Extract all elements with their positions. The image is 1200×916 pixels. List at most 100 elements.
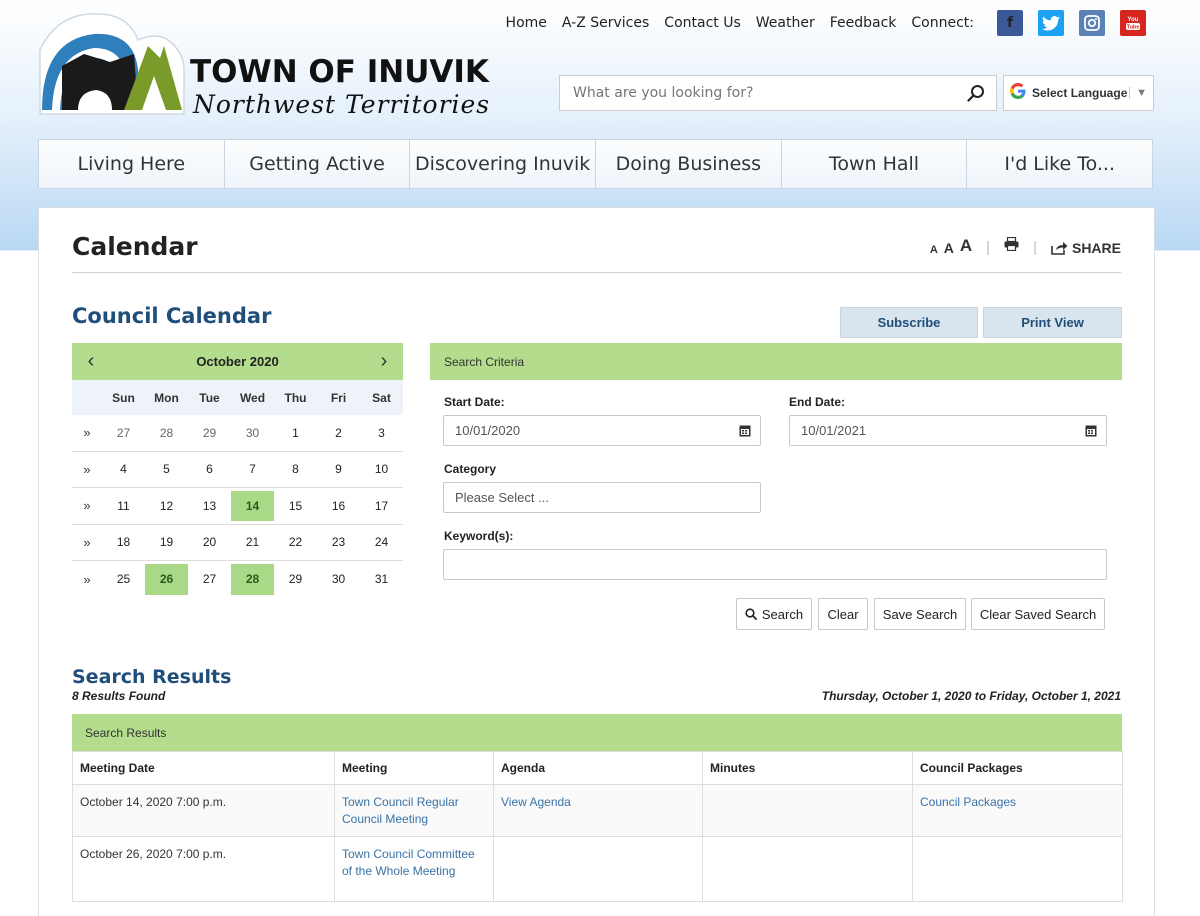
link-az-services[interactable]: A-Z Services: [562, 15, 649, 31]
calendar-day[interactable]: 23: [317, 525, 360, 561]
link-weather[interactable]: Weather: [756, 15, 815, 31]
calendar-week-row: » 27 28 29 30 1 2 3: [72, 415, 403, 452]
page-title: Calendar: [72, 232, 198, 261]
mini-calendar: ‹ October 2020 › Sun Mon Tue Wed Thu Fri…: [72, 343, 403, 598]
print-icon[interactable]: [1004, 236, 1019, 256]
next-month-button[interactable]: ›: [377, 350, 391, 373]
nav-doing-business[interactable]: Doing Business: [596, 140, 782, 188]
calendar-day[interactable]: 30: [231, 415, 274, 451]
link-feedback[interactable]: Feedback: [830, 15, 897, 31]
calendar-day[interactable]: 7: [231, 452, 274, 488]
calendar-day[interactable]: 15: [274, 488, 317, 524]
search-input[interactable]: [560, 76, 956, 110]
council-packages-link[interactable]: Council Packages: [920, 795, 1016, 809]
start-date-value: 10/01/2020: [455, 423, 521, 438]
calendar-day[interactable]: 6: [188, 452, 231, 488]
week-view-button[interactable]: »: [72, 452, 102, 488]
prev-month-button[interactable]: ‹: [84, 350, 98, 373]
week-view-button[interactable]: »: [72, 561, 102, 598]
calendar-day[interactable]: 1: [274, 415, 317, 451]
nav-town-hall[interactable]: Town Hall: [782, 140, 968, 188]
search-criteria: Search Criteria Start Date: 10/01/2020 E…: [430, 343, 1122, 773]
week-view-button[interactable]: »: [72, 488, 102, 524]
calendar-day[interactable]: 28: [145, 415, 188, 451]
subscribe-button[interactable]: Subscribe: [840, 307, 978, 338]
search-button[interactable]: Search: [736, 598, 812, 630]
share-button[interactable]: SHARE: [1051, 240, 1121, 256]
calendar-day[interactable]: 31: [360, 561, 403, 598]
calendar-day[interactable]: 9: [317, 452, 360, 488]
calendar-day[interactable]: 27: [188, 561, 231, 598]
calendar-day[interactable]: 2: [317, 415, 360, 451]
calendar-day[interactable]: 19: [145, 525, 188, 561]
twitter-icon[interactable]: [1038, 10, 1064, 36]
calendar-day[interactable]: 25: [102, 561, 145, 598]
calendar-day[interactable]: 21: [231, 525, 274, 561]
font-size-small-button[interactable]: A: [930, 244, 938, 256]
twitter-bird-icon: [1042, 15, 1060, 31]
calendar-day[interactable]: 29: [188, 415, 231, 451]
calendar-day-event[interactable]: 28: [231, 564, 274, 595]
search-icon[interactable]: [956, 76, 996, 110]
calendar-day-event[interactable]: 26: [145, 564, 188, 595]
col-minutes: Minutes: [702, 751, 913, 785]
start-date-field[interactable]: 10/01/2020: [443, 415, 761, 446]
youtube-icon[interactable]: You Tube: [1120, 10, 1146, 36]
link-contact-us[interactable]: Contact Us: [664, 15, 740, 31]
calendar-day[interactable]: 3: [360, 415, 403, 451]
calendar-day[interactable]: 29: [274, 561, 317, 598]
calendar-day[interactable]: 30: [317, 561, 360, 598]
language-select[interactable]: Select Language ▼: [1003, 75, 1154, 111]
dow-fri: Fri: [330, 390, 347, 405]
site-title: TOWN OF INUVIK: [190, 54, 489, 90]
dow-mon: Mon: [154, 390, 179, 405]
instagram-icon[interactable]: [1079, 10, 1105, 36]
results-table: Meeting Date Meeting Agenda Minutes Coun…: [72, 751, 1123, 902]
nav-getting-active[interactable]: Getting Active: [225, 140, 411, 188]
calendar-day[interactable]: 24: [360, 525, 403, 561]
keywords-input[interactable]: [443, 549, 1107, 580]
calendar-day[interactable]: 17: [360, 488, 403, 524]
calendar-day-event[interactable]: 14: [231, 491, 274, 521]
calendar-day[interactable]: 10: [360, 452, 403, 488]
calendar-week-row: » 25 26 27 28 29 30 31: [72, 561, 403, 598]
print-view-button[interactable]: Print View: [983, 307, 1122, 338]
calendar-day[interactable]: 22: [274, 525, 317, 561]
font-size-large-button[interactable]: A: [960, 236, 972, 256]
view-agenda-link[interactable]: View Agenda: [501, 795, 571, 809]
week-view-button[interactable]: »: [72, 525, 102, 561]
col-council-packages: Council Packages: [912, 751, 1123, 785]
category-select[interactable]: Please Select ...: [443, 482, 761, 513]
table-row: October 14, 2020 7:00 p.m. Town Council …: [72, 784, 1123, 837]
site-logo[interactable]: TOWN OF INUVIK Northwest Territories: [38, 10, 489, 120]
meeting-link[interactable]: Town Council Regular Council Meeting: [342, 795, 459, 826]
calendar-day[interactable]: 11: [102, 488, 145, 524]
days-of-week: Sun Mon Tue Wed Thu Fri Sat: [72, 380, 403, 415]
calendar-week-row: » 18 19 20 21 22 23 24: [72, 525, 403, 561]
cell-packages: Council Packages: [912, 784, 1123, 837]
calendar-day[interactable]: 12: [145, 488, 188, 524]
dow-sun: Sun: [112, 390, 135, 405]
clear-saved-search-button[interactable]: Clear Saved Search: [971, 598, 1105, 630]
calendar-day[interactable]: 20: [188, 525, 231, 561]
calendar-day[interactable]: 13: [188, 488, 231, 524]
font-size-medium-button[interactable]: A: [944, 240, 954, 256]
calendar-day[interactable]: 8: [274, 452, 317, 488]
nav-id-like-to[interactable]: I'd Like To...: [967, 140, 1152, 188]
calendar-day[interactable]: 4: [102, 452, 145, 488]
calendar-day[interactable]: 27: [102, 415, 145, 451]
calendar-day[interactable]: 5: [145, 452, 188, 488]
end-date-field[interactable]: 10/01/2021: [789, 415, 1107, 446]
calendar-icon[interactable]: [739, 424, 751, 437]
calendar-icon[interactable]: [1085, 424, 1097, 437]
facebook-icon[interactable]: f: [997, 10, 1023, 36]
calendar-day[interactable]: 16: [317, 488, 360, 524]
meeting-link[interactable]: Town Council Committee of the Whole Meet…: [342, 847, 475, 878]
nav-living-here[interactable]: Living Here: [39, 140, 225, 188]
nav-discovering-inuvik[interactable]: Discovering Inuvik: [410, 140, 597, 188]
link-home[interactable]: Home: [506, 15, 547, 31]
week-view-button[interactable]: »: [72, 415, 102, 451]
clear-button[interactable]: Clear: [818, 598, 868, 630]
calendar-day[interactable]: 18: [102, 525, 145, 561]
save-search-button[interactable]: Save Search: [874, 598, 966, 630]
